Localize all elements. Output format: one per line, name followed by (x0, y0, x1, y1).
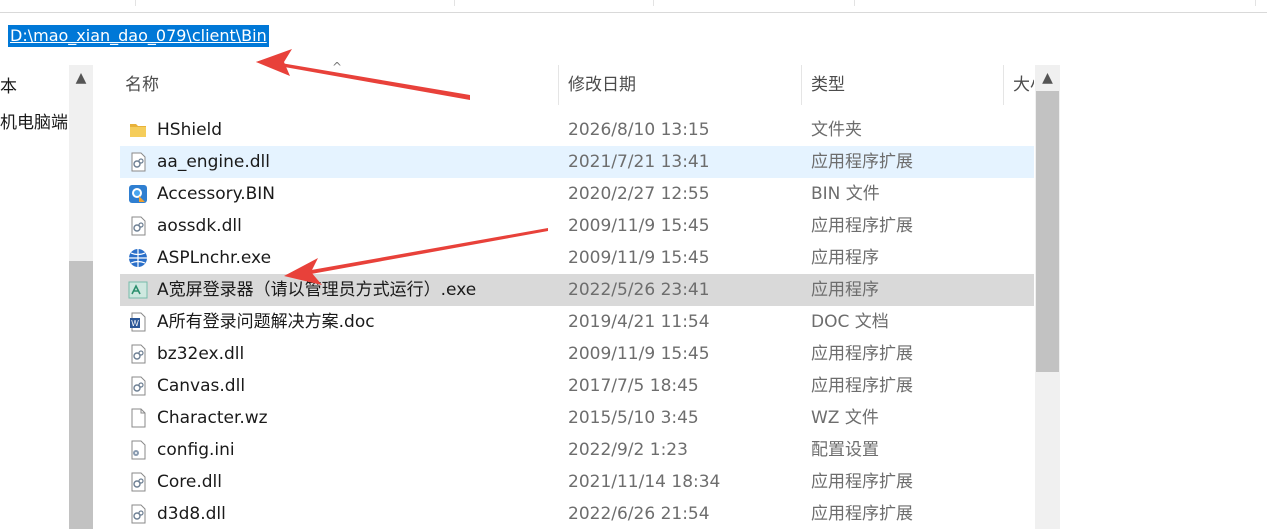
toolbar-segment (455, 0, 654, 6)
nav-pane-scrollbar[interactable]: ▲ (69, 65, 93, 529)
column-divider[interactable] (1003, 65, 1004, 105)
file-name: config.ini (157, 440, 235, 460)
file-type: WZ 文件 (811, 408, 879, 428)
file-name: A宽屏登录器（请以管理员方式运行）.exe (157, 280, 477, 300)
file-name: d3d8.dll (157, 504, 226, 524)
column-header-size[interactable]: 大小 (1013, 65, 1034, 107)
file-row[interactable]: ASPLnchr.exe 2009/11/9 15:45 应用程序 (120, 242, 1034, 274)
file-type: 应用程序 (811, 280, 879, 300)
toolbar-segment (0, 0, 136, 6)
sort-ascending-icon: ^ (332, 60, 343, 74)
file-type: 应用程序扩展 (811, 152, 913, 172)
file-row[interactable]: Core.dll 2021/11/14 18:34 应用程序扩展 (120, 466, 1034, 498)
toolbar-segment (136, 0, 455, 6)
file-row[interactable]: W A所有登录问题解决方案.doc 2019/4/21 11:54 DOC 文档 (120, 306, 1034, 338)
file-type: BIN 文件 (811, 184, 880, 204)
file-type: 应用程序扩展 (811, 216, 913, 236)
column-divider[interactable] (558, 65, 559, 105)
svg-text:W: W (131, 319, 139, 328)
file-date: 2019/4/21 11:54 (568, 312, 710, 332)
dll-file-icon (128, 344, 148, 364)
file-date: 2015/5/10 3:45 (568, 408, 699, 428)
nav-pane-item[interactable]: 机电脑端 (0, 108, 68, 133)
file-name: Core.dll (157, 472, 222, 492)
file-date: 2022/6/26 21:54 (568, 504, 710, 524)
column-header-row: 名称 修改日期 类型 大小 (94, 65, 1034, 107)
column-header-type[interactable]: 类型 (811, 65, 845, 107)
file-row[interactable]: HShield 2026/8/10 13:15 文件夹 (120, 114, 1034, 146)
file-type: 应用程序扩展 (811, 344, 913, 364)
file-name: HShield (157, 120, 223, 140)
file-row[interactable]: Character.wz 2015/5/10 3:45 WZ 文件 (120, 402, 1034, 434)
file-date: 2009/11/9 15:45 (568, 216, 710, 236)
file-date: 2022/9/2 1:23 (568, 440, 688, 460)
file-date: 2009/11/9 15:45 (568, 248, 710, 268)
file-name: A所有登录问题解决方案.doc (157, 312, 375, 332)
nav-pane-item[interactable]: 本 (0, 72, 17, 97)
scroll-up-icon[interactable]: ▲ (69, 65, 93, 91)
file-type: 配置设置 (811, 440, 879, 460)
file-date: 2009/11/9 15:45 (568, 344, 710, 364)
file-type: 应用程序扩展 (811, 376, 913, 396)
toolbar-segment (654, 0, 855, 6)
file-row[interactable]: bz32ex.dll 2009/11/9 15:45 应用程序扩展 (120, 338, 1034, 370)
file-type: DOC 文档 (811, 312, 889, 332)
file-date: 2021/7/21 13:41 (568, 152, 710, 172)
blank-file-icon (128, 408, 148, 428)
bin-file-icon (128, 184, 148, 204)
scroll-up-icon[interactable]: ▲ (1035, 65, 1060, 91)
file-name: Character.wz (157, 408, 268, 428)
file-name: Accessory.BIN (157, 184, 276, 204)
folder-icon (128, 120, 148, 140)
address-bar-input[interactable]: D:\mao_xian_dao_079\client\Bin (8, 25, 269, 47)
file-type: 应用程序扩展 (811, 472, 913, 492)
file-row[interactable]: d3d8.dll 2022/6/26 21:54 应用程序扩展 (120, 498, 1034, 530)
file-row[interactable]: Canvas.dll 2017/7/5 18:45 应用程序扩展 (120, 370, 1034, 402)
scrollbar-thumb[interactable] (69, 261, 93, 529)
dll-file-icon (128, 376, 148, 396)
scrollbar-thumb[interactable] (1036, 91, 1059, 372)
toolbar-segment (855, 0, 1256, 6)
dll-file-icon (128, 216, 148, 236)
file-name: Canvas.dll (157, 376, 246, 396)
file-type: 文件夹 (811, 120, 862, 140)
file-date: 2021/11/14 18:34 (568, 472, 721, 492)
word-doc-icon: W (128, 312, 148, 332)
ini-file-icon (128, 440, 148, 460)
file-name: aa_engine.dll (157, 152, 270, 172)
column-divider[interactable] (801, 65, 802, 105)
toolbar-strip (0, 0, 1267, 13)
globe-exe-icon (128, 248, 148, 268)
column-header-name[interactable]: 名称 (125, 65, 159, 107)
file-row[interactable]: A宽屏登录器（请以管理员方式运行）.exe 2022/5/26 23:41 应用程序 (120, 274, 1034, 306)
dll-file-icon (128, 472, 148, 492)
file-type: 应用程序扩展 (811, 504, 913, 524)
file-date: 2026/8/10 13:15 (568, 120, 710, 140)
dll-file-icon (128, 504, 148, 524)
column-header-date[interactable]: 修改日期 (568, 65, 636, 107)
file-row[interactable]: config.ini 2022/9/2 1:23 配置设置 (120, 434, 1034, 466)
file-type: 应用程序 (811, 248, 879, 268)
file-date: 2017/7/5 18:45 (568, 376, 699, 396)
launcher-exe-icon (128, 280, 148, 300)
file-name: ASPLnchr.exe (157, 248, 272, 268)
file-row[interactable]: Accessory.BIN 2020/2/27 12:55 BIN 文件 (120, 178, 1034, 210)
file-row[interactable]: aa_engine.dll 2021/7/21 13:41 应用程序扩展 (120, 146, 1034, 178)
file-list-scrollbar[interactable]: ▲ (1035, 65, 1060, 529)
file-date: 2020/2/27 12:55 (568, 184, 710, 204)
file-row[interactable]: aossdk.dll 2009/11/9 15:45 应用程序扩展 (120, 210, 1034, 242)
file-date: 2022/5/26 23:41 (568, 280, 710, 300)
dll-file-icon (128, 152, 148, 172)
file-name: bz32ex.dll (157, 344, 245, 364)
file-name: aossdk.dll (157, 216, 242, 236)
